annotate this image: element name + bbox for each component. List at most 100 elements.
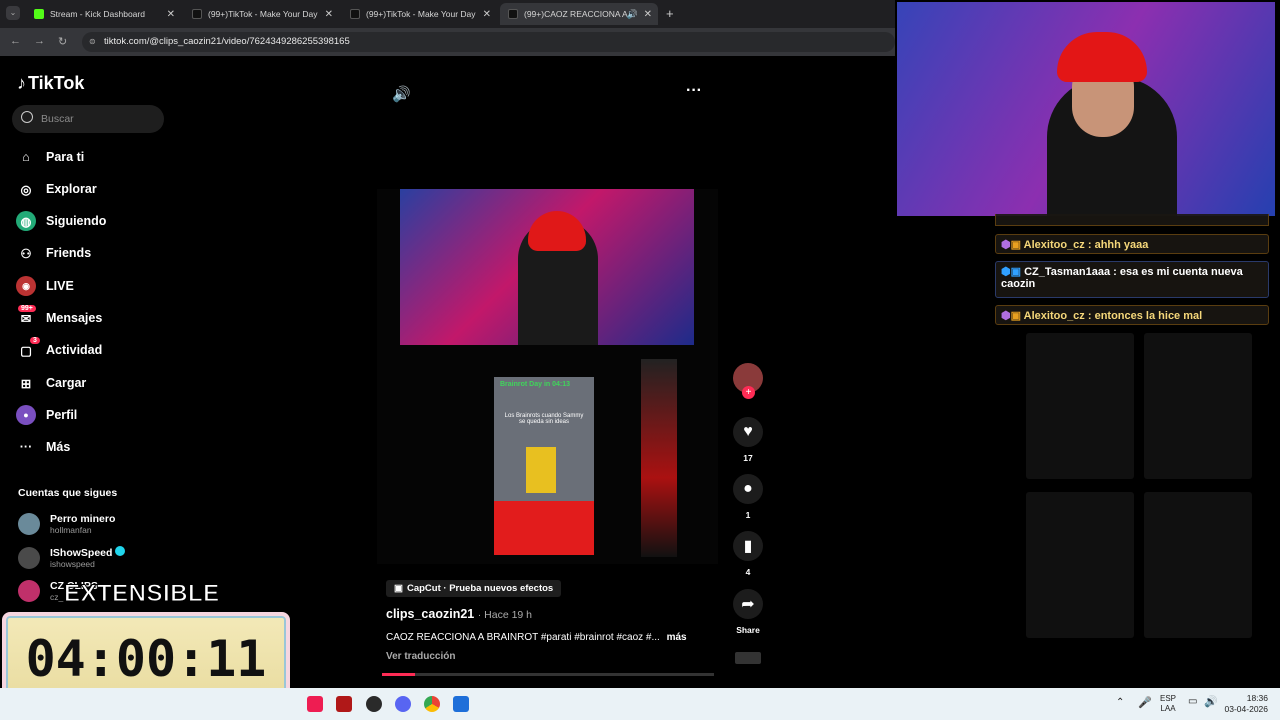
author-name[interactable]: clips_caozin21 — [386, 607, 474, 621]
chat-user: CZ_Tasman1aaa — [1024, 266, 1111, 278]
search-placeholder: Buscar — [41, 113, 74, 125]
capcut-tag[interactable]: ▣ CapCut · Prueba nuevos efectos — [386, 580, 562, 597]
nav-para-ti[interactable]: ⌂ Para ti — [16, 147, 84, 167]
heart-icon[interactable]: ♥ — [733, 417, 763, 447]
tiktok-icon — [508, 9, 518, 19]
nav-mas[interactable]: ··· Más — [16, 437, 71, 457]
discord-icon[interactable] — [395, 696, 411, 712]
lang-code: ESP — [1160, 694, 1177, 703]
back-icon[interactable]: ← — [10, 35, 21, 47]
nav-label: Cargar — [46, 376, 87, 390]
nav-cargar[interactable]: ⊞ Cargar — [16, 373, 87, 393]
following-icon: ◍ — [16, 211, 36, 231]
bookmark-icon[interactable]: ▮ — [733, 531, 763, 561]
nav-label: LIVE — [46, 279, 74, 293]
microphone-icon[interactable]: 🎤 — [1138, 696, 1152, 709]
more-options-icon[interactable]: ··· — [686, 82, 702, 100]
creator-avatar[interactable]: + — [733, 363, 763, 399]
share-label: Share — [736, 625, 760, 635]
music-disc-icon[interactable] — [735, 652, 761, 664]
network-icon[interactable]: ▭ — [1188, 696, 1197, 707]
tab-list-icon[interactable]: ⌄ — [6, 6, 20, 20]
red-hair — [528, 211, 586, 251]
comment-count: 1 — [745, 510, 751, 520]
forward-icon[interactable]: → — [34, 35, 45, 47]
close-icon[interactable]: ✕ — [483, 9, 491, 20]
placeholder-tile — [1026, 492, 1134, 638]
new-tab-icon[interactable]: + — [666, 6, 674, 21]
follow-plus-icon[interactable]: + — [742, 386, 755, 399]
nav-perfil[interactable]: ● Perfil — [16, 405, 77, 425]
tab-tiktok-2[interactable]: (99+)TikTok - Make Your Day ✕ — [342, 3, 497, 25]
tiktok-logo[interactable]: ♪ TikTok — [17, 73, 84, 94]
progress-track[interactable] — [382, 673, 714, 676]
kick-icon — [34, 9, 44, 19]
close-icon[interactable]: ✕ — [325, 9, 333, 20]
nav-siguiendo[interactable]: ◍ Siguiendo — [16, 211, 106, 231]
url-field[interactable]: ⊜ tiktok.com/@clips_caozin21/video/76243… — [82, 32, 895, 52]
save-action[interactable]: ▮ 4 — [733, 531, 763, 577]
speaker-icon[interactable]: 🔊 — [627, 9, 638, 20]
comment-action[interactable]: ● 1 — [733, 474, 763, 520]
tab-title: (99+)CAOZ REACCIONA A — [524, 9, 628, 19]
comment-icon[interactable]: ● — [733, 474, 763, 504]
account-name-text: IShowSpeed — [50, 547, 113, 559]
nav-actividad[interactable]: ▢ Actividad 3 — [16, 337, 103, 360]
volume-tray-icon[interactable]: 🔊 — [1204, 695, 1218, 708]
reload-icon[interactable]: ↻ — [58, 35, 67, 48]
like-action[interactable]: ♥ 17 — [733, 417, 763, 463]
placeholder-tile — [1026, 333, 1134, 479]
avatar — [18, 580, 40, 602]
badge-icon: ▣ — [1010, 310, 1022, 322]
tiktok-logo-icon: ♪ — [17, 73, 26, 93]
clock[interactable]: 18:36 03-04-2026 — [1222, 693, 1268, 715]
tab-tiktok-1[interactable]: (99+)TikTok - Make Your Day ✕ — [184, 3, 339, 25]
tab-title: (99+)TikTok - Make Your Day — [208, 9, 318, 19]
clip-character — [526, 447, 556, 493]
nav-mensajes[interactable]: ✉ Mensajes 99+ — [16, 305, 102, 328]
clock-time: 18:36 — [1246, 693, 1268, 703]
tab-tiktok-active[interactable]: (99+)CAOZ REACCIONA A 🔊 ✕ — [500, 3, 658, 25]
video-player[interactable]: Brainrot Day in 04:13 Los Brainrots cuan… — [377, 189, 718, 564]
tiktok-app-icon[interactable] — [307, 696, 323, 712]
following-title: Cuentas que sigues — [18, 487, 118, 499]
share-action[interactable]: ➦ Share — [733, 589, 763, 635]
post-time: · Hace 19 h — [477, 609, 533, 621]
more-link[interactable]: más — [667, 632, 687, 643]
chat-text: : ahhh yaaa — [1084, 239, 1149, 251]
chat-message: ⬢▣ Alexitoo_cz : ahhh yaaa — [995, 234, 1269, 254]
search-box[interactable]: Buscar — [12, 105, 164, 133]
home-icon: ⌂ — [22, 150, 30, 164]
voicemeeter-icon[interactable] — [336, 696, 352, 712]
account-handle: ishowspeed — [50, 559, 95, 569]
language-indicator[interactable]: ESP LAA — [1160, 694, 1176, 714]
nav-label: Actividad — [46, 343, 103, 357]
account-handle: hollmanfan — [50, 525, 92, 535]
translate-link[interactable]: Ver traducción — [386, 651, 455, 662]
nav-live[interactable]: ◉ LIVE — [16, 276, 74, 296]
app-icon[interactable] — [453, 696, 469, 712]
address-bar: ← → ↻ ⊜ tiktok.com/@clips_caozin21/video… — [0, 28, 895, 56]
following-account[interactable]: Perro minero hollmanfan — [18, 513, 115, 535]
tab-title: Stream - Kick Dashboard — [50, 9, 145, 19]
nav-label: Más — [46, 440, 71, 454]
following-account[interactable]: IShowSpeed ishowspeed — [18, 546, 126, 569]
obs-icon[interactable] — [366, 696, 382, 712]
account-name: Perro minero — [50, 513, 116, 525]
save-count: 4 — [745, 567, 751, 577]
close-icon[interactable]: ✕ — [167, 9, 175, 20]
volume-icon[interactable]: 🔊 — [392, 85, 411, 103]
tab-kick[interactable]: Stream - Kick Dashboard ✕ — [26, 3, 181, 25]
share-icon[interactable]: ➦ — [733, 589, 763, 619]
nav-friends[interactable]: ⚇ Friends — [16, 243, 91, 263]
video-caption-line: CAOZ REACCIONA A BRAINROT #parati #brain… — [386, 632, 687, 643]
chevron-up-icon[interactable]: ⌃ — [1116, 697, 1124, 708]
close-icon[interactable]: ✕ — [644, 9, 652, 20]
search-icon — [21, 111, 33, 123]
nav-label: Friends — [46, 246, 92, 260]
nav-label: Explorar — [46, 182, 97, 196]
chrome-icon[interactable] — [424, 696, 440, 712]
nav-explorar[interactable]: ◎ Explorar — [16, 179, 97, 199]
site-info-icon[interactable]: ⊜ — [89, 32, 96, 52]
upload-icon: ⊞ — [20, 376, 32, 391]
